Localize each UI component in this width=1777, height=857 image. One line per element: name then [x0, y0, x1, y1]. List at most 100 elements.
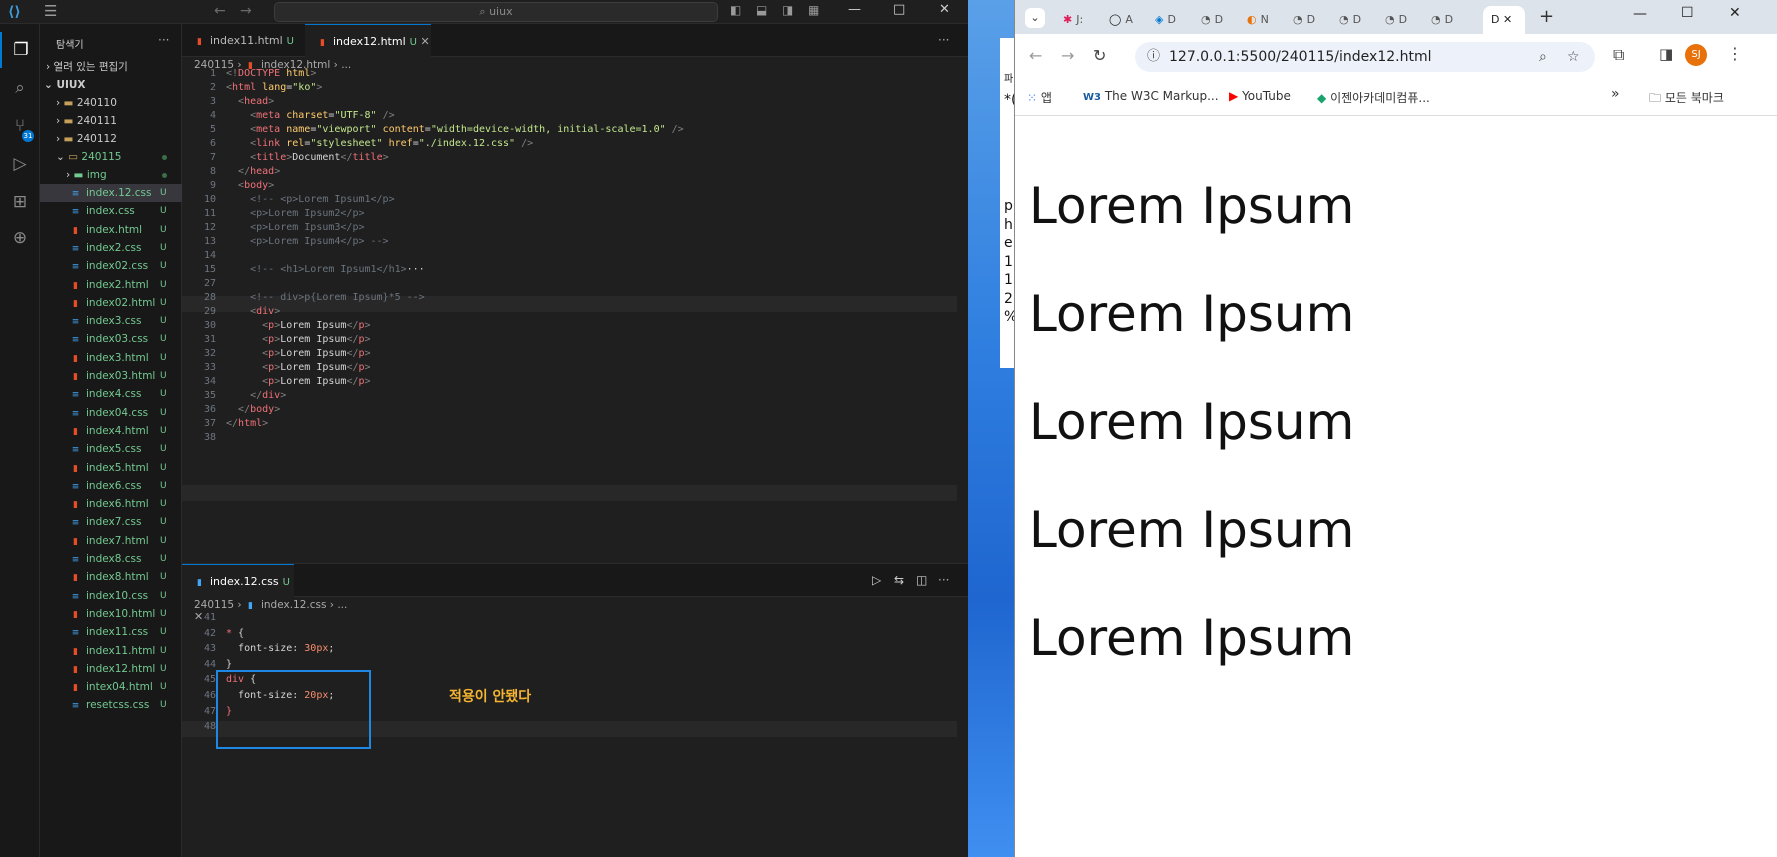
file-item[interactable]: ≡ resetcss.css U — [40, 696, 182, 714]
extensions-icon[interactable]: ⧉ — [1613, 45, 1624, 65]
file-item[interactable]: ≡ index04.css U — [40, 404, 182, 422]
file-item[interactable]: ▮ index4.html U — [40, 422, 182, 440]
file-item[interactable]: ▮ index02.html U — [40, 294, 182, 312]
browser-tab[interactable]: ◔ D — [1379, 6, 1423, 34]
tab-search-icon[interactable]: ⌄ — [1025, 8, 1045, 28]
toggle-panel-icon[interactable]: ⬓ — [756, 3, 767, 17]
file-item[interactable]: ▮ index03.html U — [40, 367, 182, 385]
open-editors-section[interactable]: › 열려 있는 편집기 — [40, 58, 182, 76]
back-arrow-icon[interactable]: ← — [214, 3, 226, 19]
browser-tab-active[interactable]: D ✕ — [1483, 6, 1525, 34]
more-actions-icon[interactable]: ··· — [158, 33, 169, 47]
bookmark-youtube[interactable]: ▶ YouTube — [1229, 89, 1291, 103]
tab-close-icon[interactable]: ✕ — [420, 35, 429, 48]
menu-icon[interactable]: ☰ — [44, 2, 57, 20]
tab-index12-css[interactable]: ▮ index.12.css U ✕ — [182, 564, 294, 623]
file-item[interactable]: ▮ intex04.html U — [40, 678, 182, 696]
maximize-icon[interactable]: □ — [893, 2, 905, 17]
file-item[interactable]: ▮ index10.html U — [40, 605, 182, 623]
file-item[interactable]: ▮ index.html U — [40, 221, 182, 239]
bookmark-apps[interactable]: ⁙ 앱 — [1027, 89, 1052, 106]
file-item[interactable]: ≡ index.css U — [40, 202, 182, 220]
folder-240111[interactable]: › ▬ 240111 — [40, 112, 182, 130]
open-changes-icon[interactable]: ⇆ — [894, 573, 904, 587]
code-line[interactable]: 41 — [182, 610, 952, 626]
source-control-icon[interactable]: ⑂ 31 — [0, 108, 40, 144]
remote-explorer-icon[interactable]: ⊕ — [0, 220, 40, 256]
maximize-icon[interactable]: ☐ — [1681, 5, 1694, 21]
profile-avatar[interactable]: SJ — [1685, 44, 1707, 66]
split-editor-icon[interactable]: ◫ — [916, 573, 927, 587]
tab-index12-html[interactable]: ▮ index12.html U ✕ — [305, 24, 431, 57]
tab-index11-html[interactable]: ▮ index11.html U — [182, 24, 304, 57]
close-icon[interactable]: ✕ — [939, 2, 950, 17]
bookmark-star-icon[interactable]: ☆ — [1567, 42, 1580, 72]
file-item[interactable]: ▮ index6.html U — [40, 495, 182, 513]
browser-tab[interactable]: ◔ D — [1333, 6, 1377, 34]
forward-arrow-icon[interactable]: → — [240, 3, 252, 19]
menu-icon[interactable]: ⋮ — [1727, 44, 1743, 63]
file-item[interactable]: ≡ index11.css U — [40, 623, 182, 641]
code-line[interactable]: 38 — [182, 430, 952, 446]
browser-tab[interactable]: ◐ N — [1241, 6, 1285, 34]
back-icon[interactable]: ← — [1029, 46, 1042, 65]
tab-close-icon[interactable]: ✕ — [1503, 13, 1512, 26]
editor-more-actions-icon[interactable]: ··· — [938, 33, 949, 47]
browser-tab[interactable]: ◔ D — [1195, 6, 1239, 34]
run-icon[interactable]: ▷ — [872, 573, 881, 587]
forward-icon[interactable]: → — [1061, 46, 1074, 65]
folder-240115[interactable]: ⌄ ▭ 240115 — [40, 148, 182, 166]
file-item[interactable]: ≡ index5.css U — [40, 440, 182, 458]
file-item[interactable]: ≡ index03.css U — [40, 330, 182, 348]
bottom-more-actions-icon[interactable]: ··· — [938, 573, 949, 587]
new-tab-icon[interactable]: + — [1539, 6, 1554, 27]
extensions-icon[interactable]: ⊞ — [0, 184, 40, 220]
run-debug-icon[interactable]: ▷ — [0, 146, 40, 182]
browser-tab[interactable]: ✱ J: — [1057, 6, 1101, 34]
file-item[interactable]: ≡ index7.css U — [40, 513, 182, 531]
side-panel-icon[interactable]: ◨ — [1659, 45, 1673, 63]
file-item[interactable]: ≡ index3.css U — [40, 312, 182, 330]
file-item[interactable]: ≡ index.12.css U — [40, 184, 182, 202]
browser-tab[interactable]: ◔ D — [1287, 6, 1331, 34]
file-item[interactable]: ≡ index8.css U — [40, 550, 182, 568]
file-item[interactable]: ▮ index3.html U — [40, 349, 182, 367]
workspace-root[interactable]: ⌄ UIUX — [40, 76, 182, 94]
browser-tab[interactable]: ◔ D — [1425, 6, 1469, 34]
all-bookmarks[interactable]: 🗀 모든 북마크 — [1649, 89, 1724, 110]
folder-240110[interactable]: › ▬ 240110 — [40, 94, 182, 112]
bookmark-w3c[interactable]: W3 The W3C Markup... — [1083, 89, 1219, 103]
bookmark-academy[interactable]: ◆ 이젠아카데미컴퓨... — [1317, 89, 1430, 106]
file-item[interactable]: ▮ index11.html U — [40, 642, 182, 660]
file-item[interactable]: ▮ index5.html U — [40, 459, 182, 477]
file-item[interactable]: ≡ index2.css U — [40, 239, 182, 257]
file-item[interactable]: ▮ index7.html U — [40, 532, 182, 550]
search-icon[interactable]: ⌕ — [0, 70, 40, 106]
folder-240112[interactable]: › ▬ 240112 — [40, 130, 182, 148]
file-item[interactable]: ▮ index2.html U — [40, 276, 182, 294]
browser-tab[interactable]: ◯ A — [1103, 6, 1147, 34]
site-info-icon[interactable]: ⓘ — [1147, 42, 1160, 72]
file-item[interactable]: ≡ index02.css U — [40, 257, 182, 275]
file-item[interactable]: ▮ index8.html U — [40, 568, 182, 586]
reload-icon[interactable]: ↻ — [1093, 46, 1106, 65]
command-center-search[interactable]: ⌕ uiux — [274, 2, 718, 22]
address-bar[interactable]: ⓘ 127.0.0.1:5500/240115/index12.html ⌕ ☆ — [1135, 42, 1595, 72]
zoom-icon[interactable]: ⌕ — [1539, 42, 1547, 72]
explorer-icon[interactable]: ❐ — [0, 32, 40, 68]
toggle-sidebar-icon[interactable]: ◧ — [730, 3, 741, 17]
minimize-icon[interactable]: — — [1633, 6, 1647, 22]
file-item[interactable]: ≡ index10.css U — [40, 587, 182, 605]
customize-layout-icon[interactable]: ▦ — [808, 3, 819, 17]
close-icon[interactable]: ✕ — [1729, 5, 1741, 21]
code-line[interactable]: 42 * { — [182, 626, 952, 642]
more-bookmarks-icon[interactable]: » — [1611, 86, 1620, 102]
file-item[interactable]: ≡ index6.css U — [40, 477, 182, 495]
folder-img[interactable]: › ▬ img — [40, 166, 182, 184]
minimize-icon[interactable]: — — [848, 2, 861, 17]
code-line[interactable]: 43 font-size: 30px; — [182, 641, 952, 657]
browser-tab[interactable]: ◈ D — [1149, 6, 1193, 34]
file-item[interactable]: ▮ index12.html U — [40, 660, 182, 678]
file-item[interactable]: ≡ index4.css U — [40, 385, 182, 403]
toggle-secondary-sidebar-icon[interactable]: ◨ — [782, 3, 793, 17]
